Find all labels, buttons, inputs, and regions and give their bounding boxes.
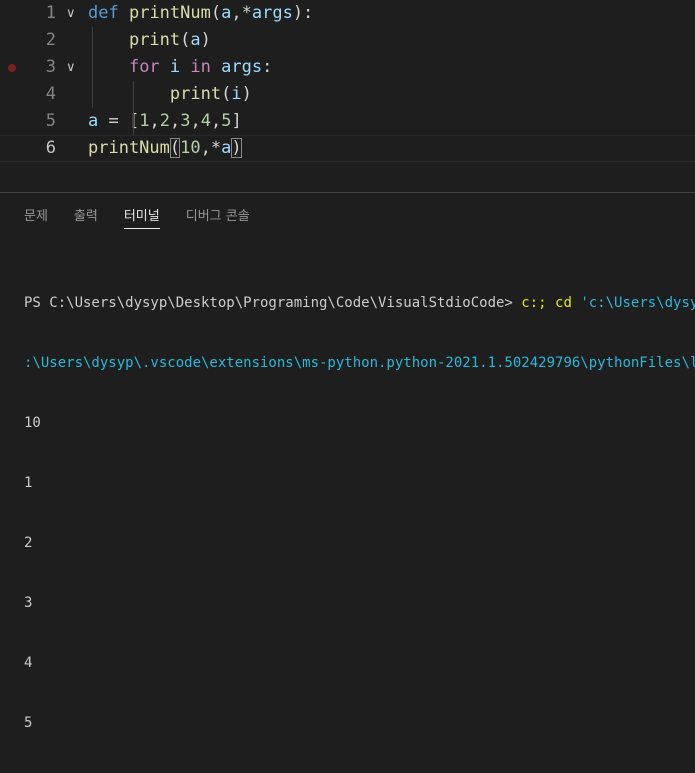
line-number: 2 xyxy=(45,30,56,50)
terminal-output-line: 10 xyxy=(24,415,41,431)
code-line[interactable]: 1 ∨ def printNum(a,*args): xyxy=(0,0,695,27)
line-number: 1 xyxy=(45,3,56,23)
terminal-cmd: c:; cd xyxy=(512,295,581,311)
terminal-prompt: PS C:\Users\dysyp\Desktop\Programing\Cod… xyxy=(24,295,513,311)
terminal-cmd-path: 'c:\Users\dysyp\D xyxy=(580,295,695,311)
terminal-output-line: 2 xyxy=(24,535,33,551)
code-text: def printNum(a,*args): xyxy=(88,3,314,23)
fold-chevron-icon[interactable]: ∨ xyxy=(66,0,76,27)
line-number: 6 xyxy=(45,138,56,158)
tab-terminal[interactable]: 터미널 xyxy=(123,205,160,229)
code-line[interactable]: 2 print(a) xyxy=(0,27,695,54)
tab-output[interactable]: 출력 xyxy=(74,205,98,229)
code-line[interactable]: 5 a = [1,2,3,4,5] xyxy=(0,108,695,135)
code-editor[interactable]: 1 ∨ def printNum(a,*args): 2 print(a) 3 ∨ for… xyxy=(0,0,695,192)
code-text: print(i) xyxy=(169,84,252,104)
panel-tabs: 문제 출력 터미널 디버그 콘솔 xyxy=(24,205,250,229)
code-line[interactable]: 6 printNum(10,*a) xyxy=(0,135,695,162)
terminal-output-line: 3 xyxy=(24,595,33,611)
indent-guide xyxy=(133,81,134,135)
terminal-command-line: PS C:\Users\dysyp\Desktop\Programing\Cod… xyxy=(24,293,695,313)
code-text: for i in args: xyxy=(128,57,273,77)
code-text: print(a) xyxy=(128,30,211,50)
tab-problems[interactable]: 문제 xyxy=(24,205,48,229)
fold-chevron-icon[interactable]: ∨ xyxy=(66,54,76,81)
tab-debug-console[interactable]: 디버그 콘솔 xyxy=(186,205,250,229)
code-text: printNum(10,*a) xyxy=(88,138,242,158)
code-line[interactable]: 3 ∨ for i in args: xyxy=(0,54,695,81)
line-number: 4 xyxy=(45,84,56,104)
bottom-panel: 문제 출력 터미널 디버그 콘솔 PS C:\Users\dysyp\Deskt… xyxy=(0,192,695,731)
terminal-cmd-continued: :\Users\dysyp\.vscode\extensions\ms-pyth… xyxy=(24,355,695,371)
terminal-output-line: 4 xyxy=(24,655,33,671)
breakpoint-icon[interactable] xyxy=(8,64,16,72)
terminal[interactable]: PS C:\Users\dysyp\Desktop\Programing\Cod… xyxy=(24,253,695,773)
indent-guide xyxy=(92,27,93,108)
line-number: 5 xyxy=(45,111,56,131)
code-line[interactable]: 4 print(i) xyxy=(0,81,695,108)
terminal-output-line: 1 xyxy=(24,475,33,491)
code-text: a = [1,2,3,4,5] xyxy=(88,111,242,131)
line-number: 3 xyxy=(45,57,56,77)
terminal-output-line: 5 xyxy=(24,715,33,731)
